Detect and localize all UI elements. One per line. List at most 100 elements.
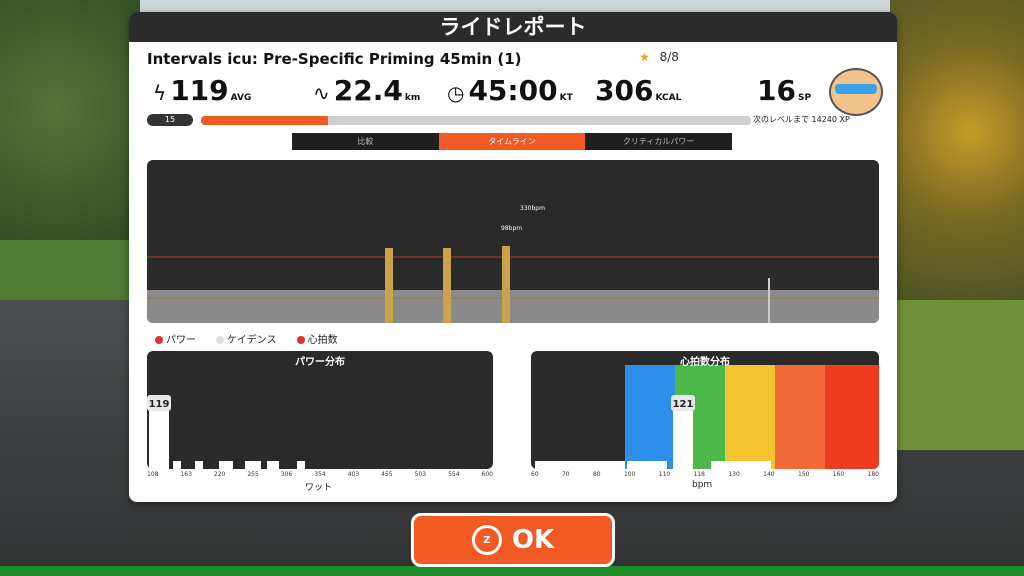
stat-value: 22.4 bbox=[333, 74, 403, 107]
xp-remaining-text: 次のレベルまで 14240 XP bbox=[753, 115, 850, 124]
bottom-status-line bbox=[0, 566, 1024, 576]
legend-label: 心拍数 bbox=[307, 335, 338, 346]
annotation-label: 98bpm bbox=[501, 225, 522, 232]
power-spike bbox=[502, 246, 510, 323]
timeline-svg: 330bpm 98bpm bbox=[147, 205, 879, 323]
avatar-glasses bbox=[835, 84, 877, 94]
stat-unit: SP bbox=[797, 93, 812, 103]
hr-bars-small bbox=[535, 461, 771, 469]
tick: 403 bbox=[347, 471, 360, 478]
level-badge: 15 bbox=[147, 114, 193, 126]
stat-unit: AVG bbox=[230, 93, 252, 103]
power-x-label: ワット bbox=[305, 483, 333, 493]
hr-bar-main bbox=[673, 411, 693, 469]
stat-unit: KT bbox=[559, 93, 573, 103]
timeline-chart: 330bpm 98bpm bbox=[147, 160, 879, 323]
report-tabs: 比較 タイムライン クリティカルパワー bbox=[292, 133, 733, 150]
xp-fill bbox=[201, 116, 328, 125]
trees-right bbox=[890, 0, 1024, 330]
xp-progress: 15 次のレベルまで 14240 XP bbox=[147, 114, 879, 126]
workout-badge: ★ 8/8 bbox=[639, 50, 679, 64]
power-bar-main bbox=[149, 411, 169, 469]
stat-unit: KCAL bbox=[655, 93, 682, 103]
legend-dot bbox=[216, 336, 224, 344]
power-spike bbox=[443, 248, 451, 323]
tick: 503 bbox=[414, 471, 427, 478]
tick: 140 bbox=[763, 471, 775, 478]
tick: 554 bbox=[448, 471, 460, 478]
workout-name: Intervals icu: Pre-Specific Priming 45mi… bbox=[147, 50, 522, 68]
lightning-icon: ϟ bbox=[153, 81, 167, 105]
stat-value: 45:00 bbox=[468, 74, 558, 107]
grass-right bbox=[890, 300, 1024, 450]
legend-dot bbox=[296, 336, 305, 344]
hr-hist-title: 心拍数分布 bbox=[680, 357, 730, 368]
tab-critical-power[interactable]: クリティカルパワー bbox=[585, 133, 733, 150]
ok-button[interactable]: Z OK bbox=[411, 513, 615, 567]
tick: 354 bbox=[314, 471, 326, 478]
tick: 118 bbox=[693, 471, 705, 478]
hr-zone-4 bbox=[775, 365, 825, 469]
hr-x-ticks: 60 70 80 100 110 118 130 140 150 160 180 bbox=[531, 471, 879, 478]
tick: 160 bbox=[832, 471, 845, 478]
tick: 150 bbox=[797, 471, 810, 478]
ride-report-panel: ライドレポート Intervals icu: Pre-Specific Prim… bbox=[129, 12, 897, 502]
power-hist-title: パワー分布 bbox=[295, 357, 345, 368]
hr-marker-value: 121 bbox=[673, 399, 694, 410]
hr-zone-3 bbox=[725, 365, 775, 469]
xp-track bbox=[201, 116, 751, 125]
legend-cadence: ケイデンス bbox=[216, 331, 277, 346]
hr-zone-1 bbox=[625, 365, 675, 469]
stat-sport-points: 16 SP bbox=[757, 74, 811, 107]
zwift-logo-icon: Z bbox=[471, 525, 502, 555]
tick: 180 bbox=[867, 471, 879, 478]
tick: 108 bbox=[147, 471, 159, 478]
tick: 255 bbox=[247, 471, 259, 478]
legend-label: ケイデンス bbox=[227, 335, 277, 346]
annotation-label: 330bpm bbox=[520, 205, 545, 212]
power-x-ticks: 108 163 220 255 306 354 403 455 503 554 … bbox=[147, 471, 493, 478]
legend-dot bbox=[155, 336, 163, 344]
tick: 130 bbox=[728, 471, 740, 478]
power-spike bbox=[768, 278, 770, 323]
stat-avg-power: ϟ 119 AVG bbox=[153, 74, 251, 107]
tick: 80 bbox=[592, 471, 601, 478]
tick: 70 bbox=[561, 471, 570, 478]
route-icon: ∿ bbox=[313, 81, 330, 105]
avatar bbox=[829, 68, 883, 116]
ok-label: OK bbox=[511, 525, 555, 555]
power-spike bbox=[385, 248, 393, 323]
tick: 110 bbox=[658, 471, 671, 478]
tick: 100 bbox=[623, 471, 636, 478]
stat-value: 119 bbox=[170, 74, 229, 107]
panel-title: ライドレポート bbox=[129, 12, 897, 42]
tab-timeline[interactable]: タイムライン bbox=[438, 133, 586, 150]
legend-power: パワー bbox=[155, 331, 196, 346]
clock-icon: ◷ bbox=[447, 81, 465, 105]
tick: 220 bbox=[213, 471, 226, 478]
badge-text: 8/8 bbox=[659, 50, 679, 64]
power-marker-value: 119 bbox=[149, 399, 170, 410]
star-icon: ★ bbox=[639, 50, 650, 64]
tick: 306 bbox=[280, 471, 293, 478]
level-value: 15 bbox=[164, 115, 176, 124]
stat-calories: 306 KCAL bbox=[595, 74, 681, 107]
stat-distance: ∿ 22.4 km bbox=[313, 74, 420, 107]
hr-hist-svg: 121 bbox=[535, 365, 879, 469]
stat-time: ◷ 45:00 KT bbox=[447, 74, 573, 107]
tab-compare[interactable]: 比較 bbox=[292, 133, 439, 150]
tick: 60 bbox=[531, 471, 539, 478]
stat-unit: km bbox=[404, 93, 421, 103]
stat-value: 16 bbox=[757, 74, 796, 107]
power-distribution-chart: パワー分布 119 bbox=[147, 351, 493, 469]
power-bars-small bbox=[173, 461, 305, 469]
stat-value: 306 bbox=[595, 74, 654, 107]
hr-x-label: bpm bbox=[692, 480, 713, 490]
tick: 600 bbox=[481, 471, 493, 478]
hr-distribution-chart: 121 心拍数分布 bbox=[531, 351, 879, 469]
stats-row: ϟ 119 AVG ∿ 22.4 km ◷ 45:00 KT 306 KCAL … bbox=[129, 74, 897, 114]
power-hist-svg: 119 bbox=[147, 395, 305, 469]
legend-heart-rate: 心拍数 bbox=[296, 331, 338, 346]
legend-label: パワー bbox=[166, 335, 196, 346]
hr-zone-5 bbox=[825, 365, 879, 469]
